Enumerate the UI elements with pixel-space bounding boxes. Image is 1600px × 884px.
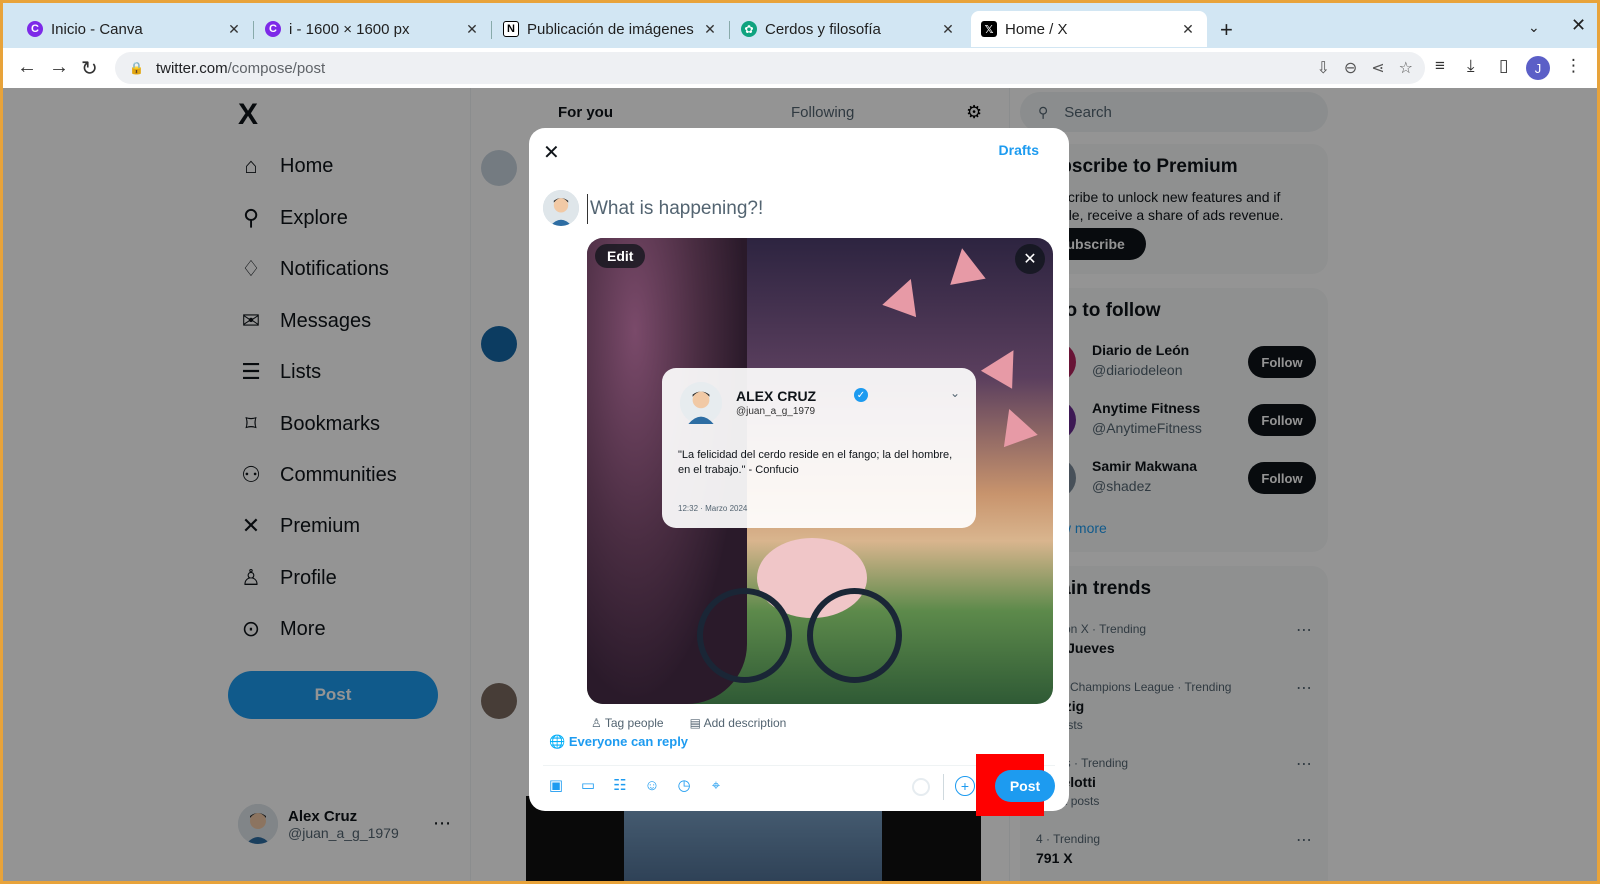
- card-date: 12:32 · Marzo 2024: [678, 504, 748, 513]
- drafts-button[interactable]: Drafts: [999, 142, 1039, 158]
- pig-on-bicycle: [697, 538, 907, 688]
- share-icon[interactable]: ⋖: [1371, 58, 1384, 78]
- back-icon[interactable]: ←: [17, 56, 37, 79]
- poll-icon[interactable]: ☷: [611, 776, 629, 794]
- downloads-icon[interactable]: ⤓: [1467, 56, 1475, 76]
- tab-label: i - 1600 × 1600 px: [289, 20, 410, 38]
- globe-icon: 🌐: [549, 734, 569, 749]
- card-quote: "La felicidad del cerdo reside en el fan…: [678, 449, 953, 476]
- compose-modal: ✕ Drafts ALEX CRUZ ✓ ⌄ @: [529, 128, 1069, 811]
- chatgpt-icon: ✿: [741, 21, 757, 37]
- tab-canva-design[interactable]: C i - 1600 × 1600 px ✕: [255, 11, 491, 47]
- reply-setting-label: Everyone can reply: [568, 734, 689, 749]
- tab-label: Publicación de imágenes: [527, 20, 694, 38]
- forward-icon[interactable]: →: [49, 56, 69, 79]
- tab-label: Inicio - Canva: [51, 20, 143, 38]
- tag-people-button[interactable]: ♙ Tag people: [591, 716, 664, 730]
- gif-icon[interactable]: ▭: [579, 776, 597, 794]
- close-icon[interactable]: ✕: [225, 21, 243, 38]
- tab-label: Home / X: [1005, 20, 1068, 38]
- add-description-button[interactable]: ▤ Add description: [690, 716, 787, 730]
- person-icon: ♙: [591, 716, 605, 730]
- tab-bar: C Inicio - Canva ✕ C i - 1600 × 1600 px …: [0, 0, 1600, 48]
- reload-icon[interactable]: ↻: [81, 56, 98, 81]
- description-icon: ▤: [689, 716, 704, 730]
- tab-label: Cerdos y filosofía: [765, 20, 881, 38]
- media-tools: ♙ Tag people ▤ Add description: [591, 716, 786, 730]
- post-text-input[interactable]: [587, 194, 1047, 224]
- reply-setting-button[interactable]: 🌐 Everyone can reply: [549, 734, 688, 750]
- side-panel-icon[interactable]: ▯: [1499, 56, 1508, 76]
- avatar: [543, 190, 579, 226]
- close-icon[interactable]: ✕: [1179, 21, 1197, 38]
- browser-toolbar: ← → ↻ 🔒 twitter.com/compose/post ⇩ ⊖ ⋖ ☆…: [3, 48, 1597, 88]
- close-icon[interactable]: ✕: [701, 21, 719, 38]
- character-counter-ring: [912, 778, 930, 796]
- canva-icon: C: [265, 21, 281, 37]
- x-icon: 𝕏: [981, 21, 997, 37]
- add-description-label: Add description: [703, 716, 787, 730]
- embedded-tweet-card: ALEX CRUZ ✓ ⌄ @juan_a_g_1979 "La felicid…: [662, 368, 976, 528]
- kite-shape: [980, 341, 1030, 389]
- tab-search-icon[interactable]: ⌄: [1528, 19, 1540, 36]
- bookmark-star-icon[interactable]: ☆: [1399, 58, 1413, 78]
- close-icon[interactable]: ✕: [543, 140, 560, 165]
- address-bar[interactable]: 🔒 twitter.com/compose/post ⇩ ⊖ ⋖ ☆: [115, 52, 1425, 84]
- post-submit-button[interactable]: Post: [995, 770, 1055, 802]
- window-close-icon[interactable]: ✕: [1571, 15, 1586, 36]
- url-path: /compose/post: [227, 59, 326, 77]
- canva-icon: C: [27, 21, 43, 37]
- kite-shape: [944, 245, 986, 285]
- emoji-icon[interactable]: ☺: [643, 776, 661, 794]
- close-icon[interactable]: ✕: [463, 21, 481, 38]
- kite-shape: [882, 272, 928, 318]
- divider: [943, 774, 944, 800]
- profile-avatar[interactable]: J: [1526, 56, 1550, 80]
- close-icon[interactable]: ✕: [939, 21, 957, 38]
- edit-media-button[interactable]: Edit: [595, 244, 646, 268]
- remove-media-icon[interactable]: ✕: [1015, 244, 1045, 274]
- media-control-icon[interactable]: ≡: [1435, 56, 1445, 76]
- tab-inicio-canva[interactable]: C Inicio - Canva ✕: [17, 11, 253, 47]
- new-tab-button[interactable]: +: [1220, 17, 1233, 43]
- add-post-icon[interactable]: +: [955, 776, 975, 796]
- url-host: twitter.com: [155, 59, 228, 77]
- card-handle: @juan_a_g_1979: [736, 406, 816, 417]
- attached-image: ALEX CRUZ ✓ ⌄ @juan_a_g_1979 "La felicid…: [587, 238, 1053, 704]
- install-app-icon[interactable]: ⇩: [1316, 58, 1329, 78]
- schedule-icon[interactable]: ◷: [675, 776, 693, 794]
- kite-shape: [992, 402, 1038, 448]
- tag-people-label: Tag people: [604, 716, 664, 730]
- location-icon[interactable]: ⌖: [707, 776, 725, 794]
- card-name: ALEX CRUZ: [736, 388, 817, 404]
- tab-chatgpt[interactable]: ✿ Cerdos y filosofía ✕: [731, 11, 967, 47]
- lock-icon: 🔒: [129, 61, 144, 75]
- tab-home-x[interactable]: 𝕏 Home / X ✕: [971, 11, 1207, 47]
- notion-icon: N: [503, 21, 519, 37]
- compose-toolbar: ▣ ▭ ☷ ☺ ◷ ⌖: [547, 776, 725, 795]
- verified-badge-icon: ✓: [854, 388, 868, 402]
- menu-icon[interactable]: ⋮: [1565, 56, 1582, 76]
- zoom-icon[interactable]: ⊖: [1344, 58, 1357, 78]
- chevron-down-icon: ⌄: [949, 386, 960, 400]
- image-icon[interactable]: ▣: [547, 776, 565, 794]
- tab-notion[interactable]: N Publicación de imágenes ✕: [493, 11, 729, 47]
- avatar: [680, 382, 722, 424]
- browser-window: C Inicio - Canva ✕ C i - 1600 × 1600 px …: [0, 0, 1600, 884]
